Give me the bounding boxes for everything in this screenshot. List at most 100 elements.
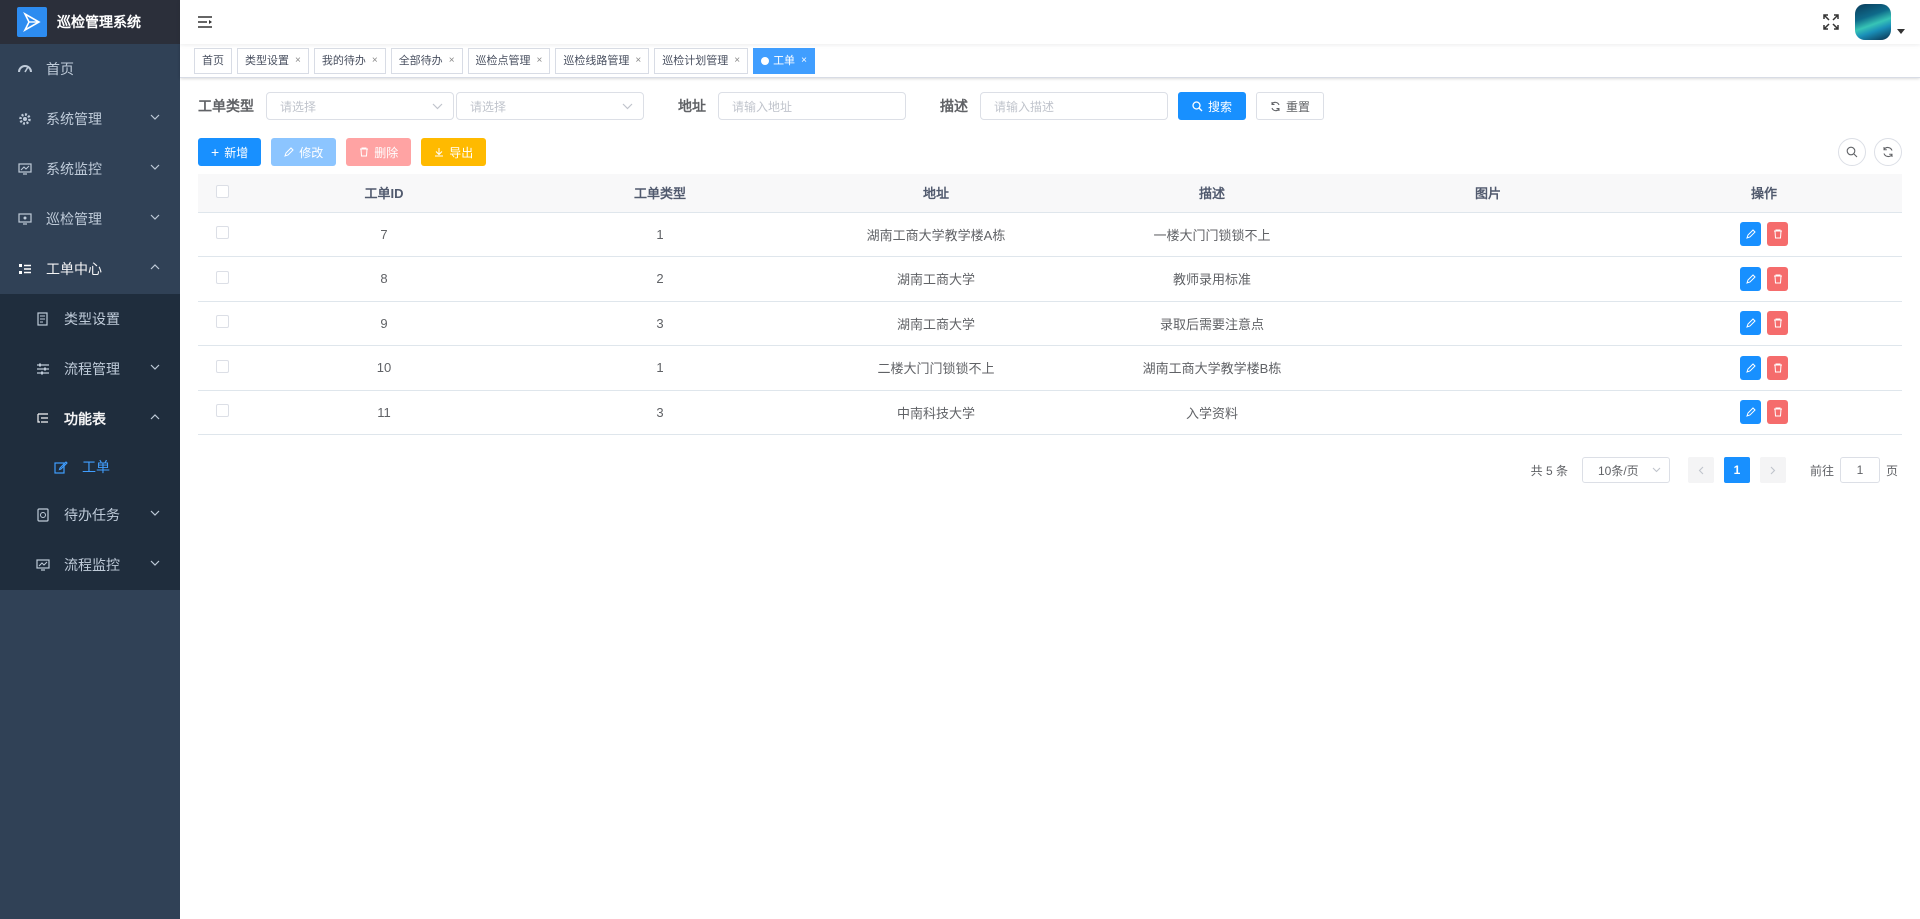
edit-button[interactable]: 修改	[271, 138, 337, 166]
tag-patrol-plan[interactable]: 巡检计划管理 ×	[654, 47, 749, 74]
col-desc[interactable]: 描述	[1074, 174, 1350, 213]
trash-icon	[359, 147, 369, 157]
cell-desc: 湖南工商大学教学楼B栋	[1074, 345, 1350, 391]
tag-my-todo[interactable]: 我的待办 ×	[313, 47, 386, 74]
sidebar-item-label: 系统管理	[46, 111, 102, 127]
sidebar-item-process-monitor[interactable]: 流程监控	[0, 540, 180, 590]
cell-address: 二楼大门门锁锁不上	[798, 345, 1074, 391]
row-edit-button[interactable]	[1740, 222, 1761, 247]
desc-input[interactable]: 请输入描述	[980, 92, 1168, 120]
col-id[interactable]: 工单ID	[246, 174, 522, 213]
col-image[interactable]: 图片	[1350, 174, 1626, 213]
table-row[interactable]: 9 3 湖南工商大学 录取后需要注意点	[198, 301, 1902, 346]
select-all-checkbox[interactable]	[215, 184, 229, 198]
pagination: 共 5 条 10条/页 1 前往 1 页	[198, 457, 1902, 483]
cell-desc: 教师录用标准	[1074, 256, 1350, 302]
next-page-button[interactable]	[1759, 457, 1786, 483]
export-button[interactable]: 导出	[421, 138, 487, 166]
page-size-select[interactable]: 10条/页	[1581, 457, 1670, 483]
tag-work-order[interactable]: 工单 ×	[753, 47, 815, 74]
row-delete-button[interactable]	[1767, 355, 1788, 380]
page-number-current[interactable]: 1	[1723, 457, 1750, 483]
prev-page-button[interactable]	[1687, 457, 1714, 483]
fullscreen-icon[interactable]	[1821, 12, 1841, 32]
sidebar-item-process-manage[interactable]: 流程管理	[0, 344, 180, 394]
close-icon[interactable]: ×	[635, 49, 641, 73]
row-checkbox[interactable]	[215, 315, 229, 329]
type-select-2[interactable]: 请选择	[456, 92, 644, 120]
row-checkbox[interactable]	[215, 404, 229, 418]
row-delete-button[interactable]	[1767, 400, 1788, 425]
col-type[interactable]: 工单类型	[522, 174, 798, 213]
chevron-down-icon	[150, 558, 160, 568]
close-icon[interactable]: ×	[734, 49, 740, 73]
close-icon[interactable]: ×	[372, 49, 378, 73]
refresh-icon	[1882, 146, 1894, 158]
input-placeholder: 请输入地址	[732, 99, 793, 114]
refresh-button[interactable]	[1874, 138, 1902, 166]
chevron-down-icon	[150, 162, 160, 172]
avatar[interactable]	[1855, 4, 1891, 40]
row-delete-button[interactable]	[1767, 222, 1788, 247]
sidebar-item-todo-tasks[interactable]: 待办任务	[0, 490, 180, 540]
sidebar-item-system-manage[interactable]: 系统管理	[0, 94, 180, 144]
edit-icon	[1745, 363, 1756, 373]
table-row[interactable]: 8 2 湖南工商大学 教师录用标准	[198, 256, 1902, 302]
chevron-down-icon	[150, 508, 160, 518]
close-icon[interactable]: ×	[295, 49, 301, 73]
tag-type-settings[interactable]: 类型设置 ×	[237, 47, 309, 74]
type-select-1[interactable]: 请选择	[266, 92, 454, 120]
sidebar-item-work-order[interactable]: 工单	[0, 444, 180, 490]
sidebar-item-patrol-manage[interactable]: 巡检管理	[0, 194, 180, 244]
button-label: 重置	[1286, 99, 1311, 114]
tag-all-todo[interactable]: 全部待办 ×	[390, 47, 463, 74]
reset-button[interactable]: 重置	[1256, 92, 1325, 120]
search-button[interactable]: 搜索	[1178, 92, 1247, 120]
tag-patrol-route[interactable]: 巡检线路管理 ×	[555, 47, 650, 74]
goto-page-input[interactable]: 1	[1839, 457, 1880, 483]
row-edit-button[interactable]	[1740, 266, 1761, 291]
sidebar-item-function-table[interactable]: 功能表	[0, 394, 180, 444]
chevron-down-icon	[150, 112, 160, 122]
row-edit-button[interactable]	[1740, 311, 1761, 336]
download-icon	[434, 147, 444, 157]
address-input[interactable]: 请输入地址	[718, 92, 906, 120]
row-edit-button[interactable]	[1740, 355, 1761, 380]
brand[interactable]: 巡检管理系统	[0, 0, 180, 44]
row-edit-button[interactable]	[1740, 400, 1761, 425]
tag-patrol-point[interactable]: 巡检点管理 ×	[467, 47, 551, 74]
tags-view: 首页 类型设置 × 我的待办 × 全部待办 × 巡检点管理 × 巡检线路管理 × 巡检计划…	[180, 44, 1920, 78]
table-row[interactable]: 10 1 二楼大门门锁锁不上 湖南工商大学教学楼B栋	[198, 345, 1902, 391]
row-checkbox[interactable]	[215, 226, 229, 240]
tag-home[interactable]: 首页	[194, 47, 232, 74]
col-address[interactable]: 地址	[798, 174, 1074, 213]
trash-icon	[1773, 363, 1783, 373]
row-checkbox[interactable]	[215, 359, 229, 373]
row-checkbox[interactable]	[215, 270, 229, 284]
table-row[interactable]: 7 1 湖南工商大学教学楼A栋 一楼大门门锁锁不上	[198, 212, 1902, 257]
table-row[interactable]: 11 3 中南科技大学 入学资料	[198, 390, 1902, 435]
close-icon[interactable]: ×	[537, 49, 543, 73]
user-dropdown[interactable]	[1855, 4, 1905, 40]
edit-icon	[1745, 229, 1756, 240]
sidebar-item-type-settings[interactable]: 类型设置	[0, 294, 180, 344]
cell-id: 10	[246, 345, 522, 391]
row-delete-button[interactable]	[1767, 311, 1788, 336]
sidebar-item-label: 功能表	[64, 411, 106, 427]
cell-desc: 一楼大门门锁锁不上	[1074, 212, 1350, 257]
trash-icon	[1773, 318, 1783, 328]
delete-button[interactable]: 删除	[346, 138, 412, 166]
toggle-search-button[interactable]	[1838, 138, 1866, 166]
sidebar-item-work-order-center[interactable]: 工单中心	[0, 244, 180, 294]
edit-icon	[1745, 318, 1756, 329]
sidebar-item-home[interactable]: 首页	[0, 44, 180, 94]
cell-id: 8	[246, 256, 522, 302]
close-icon[interactable]: ×	[449, 49, 455, 73]
hamburger-icon[interactable]	[195, 12, 215, 32]
add-button[interactable]: + 新增	[198, 138, 262, 166]
close-icon[interactable]: ×	[801, 49, 807, 73]
row-delete-button[interactable]	[1767, 266, 1788, 291]
sidebar-item-system-monitor[interactable]: 系统监控	[0, 144, 180, 194]
edit-icon	[284, 147, 294, 157]
chevron-up-icon	[150, 262, 160, 272]
